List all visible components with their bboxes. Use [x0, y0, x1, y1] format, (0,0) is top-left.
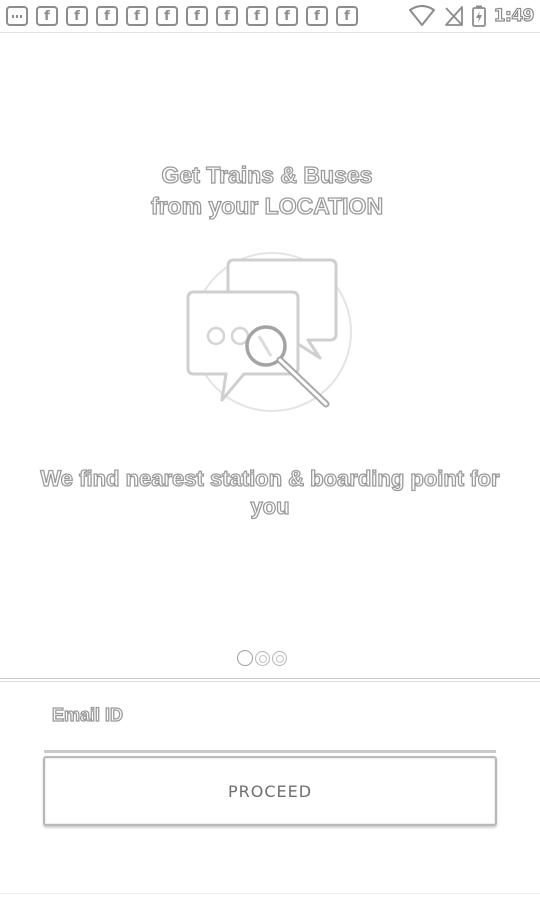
system-status-icons: 1:49 — [408, 4, 535, 28]
facebook-icon: f — [156, 6, 178, 26]
headline-line-2: from your LOCATION — [150, 192, 384, 219]
headline-line-1: Get Trains & Buses — [161, 161, 373, 188]
facebook-icon: f — [216, 6, 238, 26]
no-signal-icon — [444, 6, 463, 26]
divider — [0, 678, 540, 682]
facebook-icon: f — [36, 6, 58, 26]
facebook-icon: f — [126, 6, 148, 26]
page-dot[interactable] — [272, 650, 287, 666]
facebook-icon: f — [306, 6, 328, 26]
facebook-icon: f — [336, 6, 358, 26]
facebook-icon: f — [246, 6, 268, 26]
proceed-button[interactable]: PROCEED — [43, 756, 497, 826]
page-dot[interactable] — [255, 650, 270, 666]
more-notifications-icon — [6, 6, 28, 26]
clock: 1:49 — [493, 5, 535, 26]
page-dot-active[interactable] — [237, 650, 253, 666]
battery-charging-icon — [471, 5, 486, 27]
bottom-divider — [0, 893, 540, 894]
facebook-icon: f — [186, 6, 208, 26]
page-indicator — [237, 650, 287, 666]
facebook-icon: f — [276, 6, 298, 26]
email-field-label: Email ID — [51, 704, 124, 725]
wifi-icon — [408, 5, 435, 26]
facebook-icon: f — [66, 6, 88, 26]
facebook-icon: f — [96, 6, 118, 26]
chat-search-icon — [186, 252, 352, 412]
status-bar: f f f f f f f f f f f 1:49 — [0, 0, 540, 33]
onboarding-headline: Get Trains & Buses from your LOCATION — [0, 160, 540, 222]
onboarding-subtitle: We find nearest station & boarding point… — [40, 465, 500, 519]
email-field[interactable] — [44, 738, 496, 753]
